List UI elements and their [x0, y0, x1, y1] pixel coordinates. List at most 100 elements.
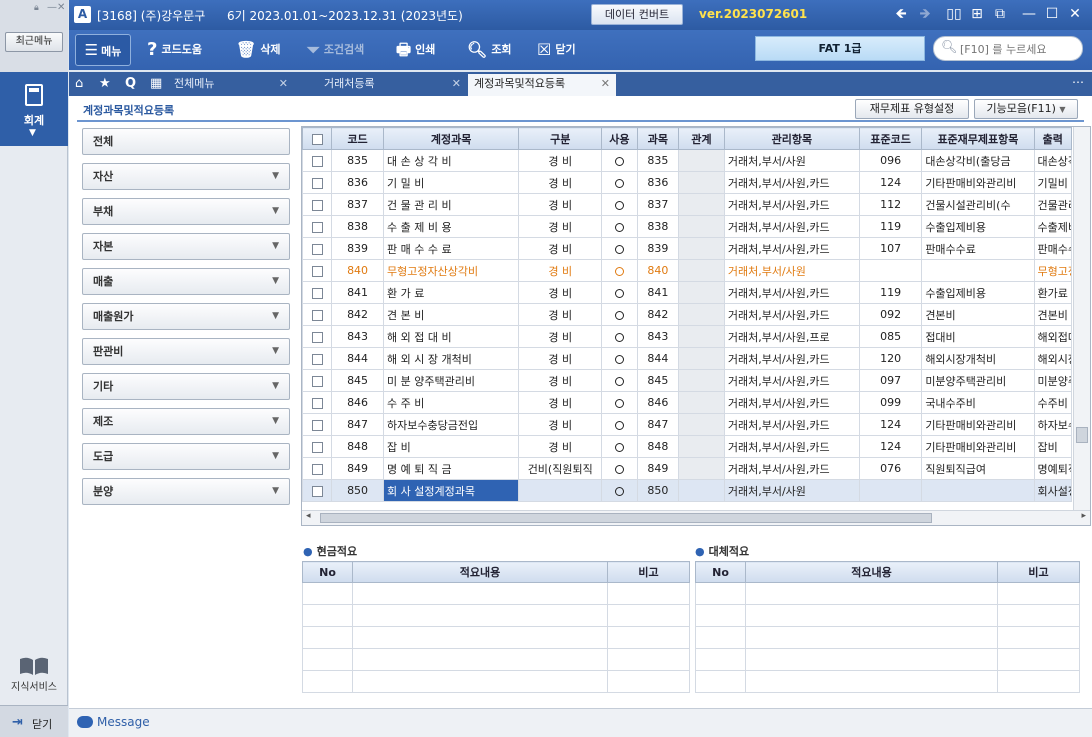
output-cell[interactable]: 미분양주 [1033, 369, 1073, 392]
select-all-checkbox[interactable] [311, 133, 323, 145]
account-name-cell[interactable]: 회 사 설정계정과목 [383, 479, 520, 502]
relation-cell[interactable] [678, 281, 725, 304]
code-cell[interactable]: 842 [331, 303, 385, 326]
code-help-button[interactable]: ? 코드도움 [147, 39, 202, 61]
row-checkbox[interactable] [301, 303, 333, 326]
category-2[interactable]: 부채 ▼ [82, 198, 290, 225]
use-cell[interactable] [601, 303, 638, 326]
category-7[interactable]: 기타 ▼ [82, 373, 290, 400]
table-row[interactable] [302, 648, 690, 671]
category-10[interactable]: 분양 ▼ [82, 478, 290, 505]
category-cell[interactable]: 경 비 [518, 391, 603, 414]
account-name-cell[interactable]: 대 손 상 각 비 [383, 149, 520, 172]
output-cell[interactable]: 회사설정 [1033, 479, 1073, 502]
row-checkbox[interactable] [301, 193, 333, 216]
code-cell[interactable]: 845 [331, 369, 385, 392]
account-name-cell[interactable]: 기 밀 비 [383, 171, 520, 194]
output-cell[interactable]: 잡비 [1033, 435, 1073, 458]
category-8[interactable]: 제조 ▼ [82, 408, 290, 435]
row-checkbox-box[interactable] [311, 199, 323, 211]
use-cell[interactable] [601, 413, 638, 436]
category-cell[interactable]: 경 비 [518, 281, 603, 304]
row-checkbox[interactable] [301, 457, 333, 480]
tab-close-icon[interactable]: ✕ [452, 74, 461, 94]
relation-cell[interactable] [678, 479, 725, 502]
subject-cell[interactable]: 841 [636, 281, 680, 304]
category-5[interactable]: 매출원가 ▼ [82, 303, 290, 330]
col-header-output[interactable]: 출력 [1033, 127, 1073, 150]
output-cell[interactable]: 환가료 [1033, 281, 1073, 304]
management-cell[interactable]: 거래처,부서/사원 [723, 259, 860, 282]
tab-all-menu[interactable]: 전체메뉴 ✕ [174, 74, 294, 96]
row-checkbox-box[interactable] [311, 177, 323, 189]
std-code-cell[interactable]: 112 [858, 193, 923, 216]
subject-cell[interactable]: 842 [636, 303, 680, 326]
account-name-cell[interactable]: 무형고정자산상각비 [383, 259, 520, 282]
table-row[interactable] [302, 670, 690, 693]
code-cell[interactable]: 843 [331, 325, 385, 348]
std-code-cell[interactable]: 085 [858, 325, 923, 348]
fs-type-setting-button[interactable]: 재무제표 유형설정 [855, 99, 969, 119]
std-item-cell[interactable] [921, 479, 1035, 502]
subject-cell[interactable]: 845 [636, 369, 680, 392]
category-cell[interactable]: 건비(직원퇴직 [518, 457, 603, 480]
col-header-subject[interactable]: 과목 [636, 127, 680, 150]
std-item-cell[interactable]: 직원퇴직급여 [921, 457, 1035, 480]
output-cell[interactable]: 대손상각 [1033, 149, 1073, 172]
subject-cell[interactable]: 835 [636, 149, 680, 172]
std-item-cell[interactable]: 건물시설관리비(수 [921, 193, 1035, 216]
use-cell[interactable] [601, 215, 638, 238]
output-cell[interactable]: 무형고정 [1033, 259, 1073, 282]
subject-cell[interactable]: 850 [636, 479, 680, 502]
code-cell[interactable]: 844 [331, 347, 385, 370]
std-item-cell[interactable]: 국내수주비 [921, 391, 1035, 414]
category-cell[interactable]: 경 비 [518, 369, 603, 392]
row-checkbox[interactable] [301, 259, 333, 282]
condition-search-button[interactable]: ⏷ 조건검색 [307, 39, 364, 61]
account-name-cell[interactable]: 수 출 제 비 용 [383, 215, 520, 238]
search-input[interactable] [960, 41, 1078, 57]
category-cell[interactable]: 경 비 [518, 347, 603, 370]
book-open-icon[interactable]: ▯▯ [945, 5, 963, 23]
code-cell[interactable]: 847 [331, 413, 385, 436]
std-code-cell[interactable]: 097 [858, 369, 923, 392]
print-button[interactable]: 🖶︎ 인쇄 [396, 39, 435, 61]
row-checkbox-box[interactable] [311, 463, 323, 475]
output-cell[interactable]: 건물관리 [1033, 193, 1073, 216]
tab-account-register[interactable]: 계정과목및적요등록 ✕ [468, 74, 616, 96]
use-cell[interactable] [601, 237, 638, 260]
forward-arrow-icon[interactable]: 🡺 [916, 5, 934, 23]
row-checkbox-box[interactable] [311, 287, 323, 299]
table-row[interactable]: 841 환 가 료경 비 841 거래처,부서/사원,카드 119 수출입제비용 환가료 [301, 281, 1073, 304]
category-cell[interactable]: 경 비 [518, 193, 603, 216]
col-header-code[interactable]: 코드 [331, 127, 385, 150]
tab-customer-register[interactable]: 거래처등록 ✕ [324, 74, 467, 96]
lock-icon[interactable]: 🔒︎ [34, 3, 44, 13]
col-header-relation[interactable]: 관계 [678, 127, 725, 150]
relation-cell[interactable] [678, 347, 725, 370]
relation-cell[interactable] [678, 215, 725, 238]
search-box[interactable]: 🔍︎ [933, 36, 1083, 61]
code-cell[interactable]: 849 [331, 457, 385, 480]
star-icon[interactable]: ★ [99, 76, 111, 91]
code-cell[interactable]: 846 [331, 391, 385, 414]
back-arrow-icon[interactable]: 🡸 [892, 5, 910, 23]
category-cell[interactable]: 경 비 [518, 259, 603, 282]
std-code-cell[interactable]: 107 [858, 237, 923, 260]
close-icon[interactable]: ✕ [57, 2, 65, 13]
category-cell[interactable]: 경 비 [518, 413, 603, 436]
std-code-cell[interactable]: 124 [858, 435, 923, 458]
use-cell[interactable] [601, 193, 638, 216]
std-item-cell[interactable]: 판매수수료 [921, 237, 1035, 260]
table-row[interactable] [695, 648, 1080, 671]
row-checkbox-box[interactable] [311, 265, 323, 277]
row-checkbox-box[interactable] [311, 353, 323, 365]
message-label[interactable]: Message [97, 715, 150, 729]
std-code-cell[interactable] [858, 479, 923, 502]
recent-menu-button[interactable]: 최근메뉴 [5, 32, 63, 52]
std-code-cell[interactable]: 096 [858, 149, 923, 172]
col-header-account[interactable]: 계정과목 [383, 127, 520, 150]
table-row[interactable]: 850회 사 설정계정과목850거래처,부서/사원회사설정 [301, 479, 1073, 502]
row-checkbox-box[interactable] [311, 243, 323, 255]
std-code-cell[interactable]: 092 [858, 303, 923, 326]
